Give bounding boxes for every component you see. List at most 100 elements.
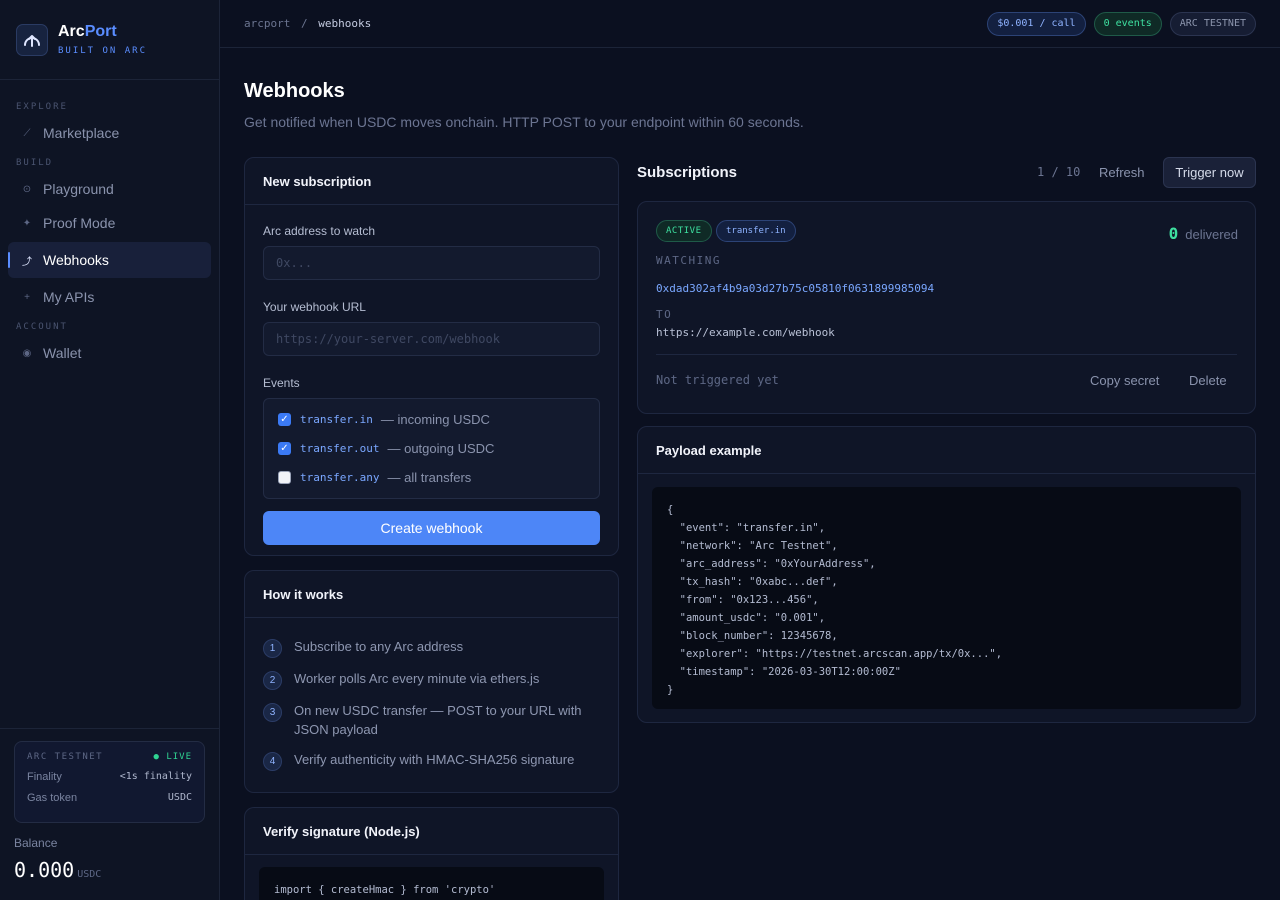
nav-section-explore: EXPLORE (16, 102, 68, 112)
new-subscription-title: New subscription (245, 158, 618, 205)
verify-code-block: import { createHmac } from 'crypto' (259, 867, 604, 900)
sidebar-item-webhooks[interactable]: ⤴ Webhooks (8, 242, 211, 278)
watched-address: 0xdad302af4b9a03d27b75c05810f06318999850… (656, 282, 935, 295)
step-text: Subscribe to any Arc address (294, 639, 464, 654)
address-input[interactable]: 0x... (263, 246, 600, 280)
event-option-transfer-out[interactable]: ✓ transfer.out — outgoing USDC (278, 434, 585, 463)
payload-code-block: { "event": "transfer.in", "network": "Ar… (652, 487, 1241, 709)
webhook-url-label: Your webhook URL (263, 300, 366, 314)
step-item: 2 Worker polls Arc every minute via ethe… (263, 669, 600, 690)
new-subscription-card: New subscription Arc address to watch 0x… (244, 157, 619, 556)
page-title: Webhooks (244, 80, 345, 102)
event-name: transfer.any (300, 471, 380, 484)
step-text: On new USDC transfer — POST to your URL … (294, 703, 582, 737)
nav-section-build: BUILD (16, 158, 54, 168)
delivered-count: 0 delivered (1169, 224, 1238, 243)
step-text: Worker polls Arc every minute via ethers… (294, 671, 540, 686)
events-label: Events (263, 376, 300, 390)
event-option-transfer-in[interactable]: ✓ transfer.in — incoming USDC (278, 405, 585, 434)
webhooks-icon: ⤴ (22, 256, 32, 268)
delete-button[interactable]: Delete (1189, 373, 1227, 388)
gas-token-value: USDC (167, 792, 192, 803)
playground-icon: ⊙ (22, 183, 32, 195)
copy-secret-button[interactable]: Copy secret (1090, 373, 1159, 388)
sidebar-nav: EXPLORE ⟋ Marketplace BUILD ⊙ Playground… (0, 80, 219, 368)
sidebar-item-label: My APIs (43, 289, 95, 305)
delivered-number: 0 (1168, 224, 1179, 243)
finality-label: Finality (27, 771, 62, 783)
sidebar-item-my-apis[interactable]: + My APIs (8, 282, 211, 312)
brand-tagline: BUILT ON ARC (58, 46, 148, 56)
event-option-transfer-any[interactable]: transfer.any — all transfers (278, 463, 585, 492)
breadcrumb: arcport / webhooks (244, 17, 371, 30)
page-subtitle: Get notified when USDC moves onchain. HT… (244, 114, 804, 130)
network-card: ARC TESTNET ● LIVE Finality <1s finality… (14, 741, 205, 823)
step-number: 2 (263, 671, 282, 690)
last-triggered-status: Not triggered yet (656, 373, 779, 387)
checkbox-unchecked-icon[interactable] (278, 471, 291, 484)
price-pill: $0.001 / call (987, 11, 1086, 36)
step-text: Verify authenticity with HMAC-SHA256 sig… (294, 752, 575, 767)
breadcrumb-current: webhooks (318, 17, 372, 30)
checkbox-checked-icon[interactable]: ✓ (278, 413, 291, 426)
payload-example-title: Payload example (638, 427, 1255, 474)
refresh-button[interactable]: Refresh (1099, 165, 1145, 180)
step-number: 1 (263, 639, 282, 658)
balance: 0.000 USDC (14, 858, 101, 882)
balance-label: Balance (14, 836, 58, 850)
sidebar-item-label: Wallet (43, 345, 82, 361)
sidebar-item-label: Marketplace (43, 125, 120, 141)
brand-name: ArcPort (58, 23, 117, 40)
sidebar-item-marketplace[interactable]: ⟋ Marketplace (8, 118, 211, 148)
step-item: 1 Subscribe to any Arc address (263, 637, 600, 658)
trigger-now-button[interactable]: Trigger now (1163, 157, 1256, 188)
marketplace-icon: ⟋ (23, 127, 31, 139)
sidebar-item-label: Playground (43, 181, 114, 197)
nav-section-account: ACCOUNT (16, 322, 68, 332)
step-item: 4 Verify authenticity with HMAC-SHA256 s… (263, 750, 600, 771)
my-apis-icon: + (24, 291, 30, 303)
sidebar-item-proof-mode[interactable]: ✦ Proof Mode (8, 208, 211, 238)
payload-example-card: Payload example { "event": "transfer.in"… (637, 426, 1256, 723)
topbar: arcport / webhooks $0.001 / call 0 event… (220, 0, 1280, 48)
balance-value: 0.000 (14, 858, 75, 882)
balance-unit: USDC (77, 869, 102, 880)
network-label: ARC TESTNET (27, 752, 104, 762)
subscription-card: ACTIVE transfer.in 0 delivered WATCHING … (637, 201, 1256, 414)
event-name: transfer.out (300, 442, 380, 455)
step-number: 3 (263, 703, 282, 722)
sidebar-item-wallet[interactable]: ◉ Wallet (8, 338, 211, 368)
watching-label: WATCHING (656, 254, 721, 267)
brand-logo-icon (16, 23, 48, 56)
event-type-badge: transfer.in (716, 220, 796, 242)
subscriptions-count: 1 / 10 (1037, 165, 1081, 179)
finality-value: <1s finality (119, 771, 192, 782)
step-item: 3 On new USDC transfer — POST to your UR… (263, 701, 600, 739)
event-description: — outgoing USDC (387, 441, 495, 456)
checkbox-checked-icon[interactable]: ✓ (278, 442, 291, 455)
webhook-url-input[interactable]: https://your-server.com/webhook (263, 322, 600, 356)
verify-signature-title: Verify signature (Node.js) (245, 808, 618, 855)
to-label: TO (656, 308, 673, 321)
sidebar-item-label: Proof Mode (43, 215, 116, 231)
create-webhook-button[interactable]: Create webhook (263, 511, 600, 545)
target-url: https://example.com/webhook (656, 326, 835, 339)
breadcrumb-separator: / (300, 17, 308, 30)
event-name: transfer.in (300, 413, 373, 426)
breadcrumb-root[interactable]: arcport (244, 17, 290, 30)
address-label: Arc address to watch (263, 224, 376, 238)
brand[interactable]: ArcPort BUILT ON ARC (0, 0, 219, 80)
how-it-works-title: How it works (245, 571, 618, 618)
event-description: — incoming USDC (380, 412, 490, 427)
events-list: ✓ transfer.in — incoming USDC ✓ transfer… (263, 398, 600, 499)
gas-token-label: Gas token (27, 792, 78, 804)
event-description: — all transfers (387, 470, 472, 485)
sidebar-item-playground[interactable]: ⊙ Playground (8, 174, 211, 204)
network-live-badge: ● LIVE (153, 752, 192, 762)
sidebar-divider (0, 728, 219, 729)
verify-signature-card: Verify signature (Node.js) import { crea… (244, 807, 619, 900)
network-pill: ARC TESTNET (1169, 11, 1256, 36)
status-badge: ACTIVE (656, 220, 712, 242)
delivered-label: delivered (1185, 227, 1238, 242)
step-number: 4 (263, 752, 282, 771)
